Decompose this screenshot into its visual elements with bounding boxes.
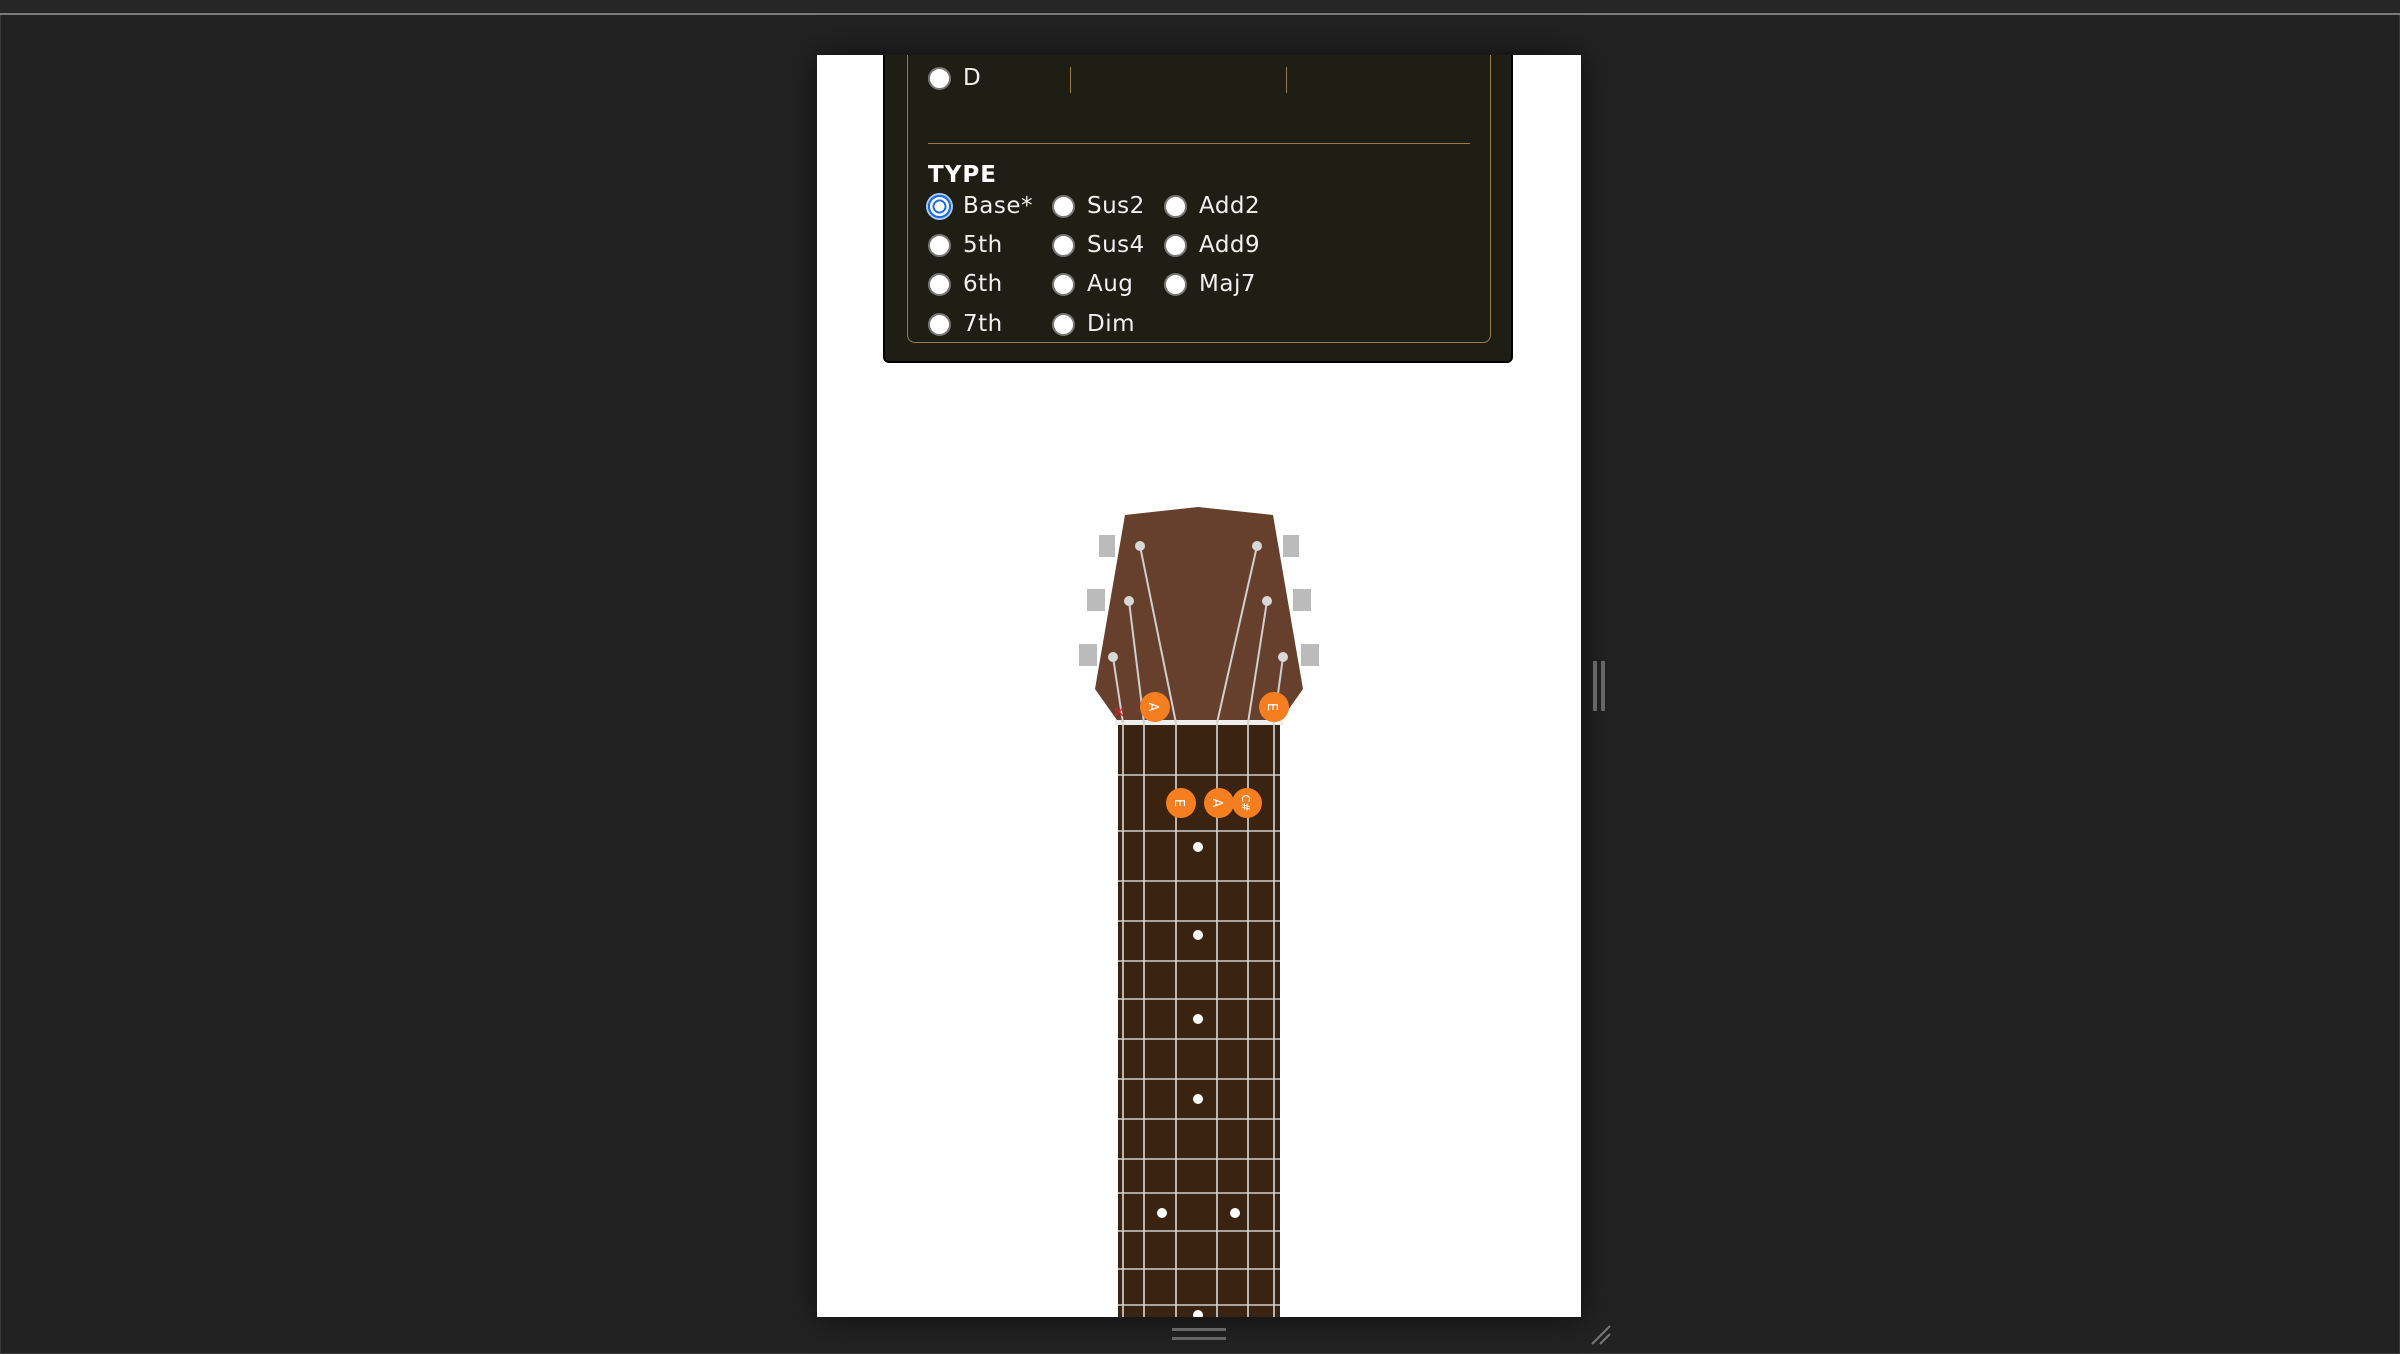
fretted-note-marker[interactable]: C# <box>1232 788 1262 818</box>
tuning-peg-icon[interactable] <box>1301 644 1319 666</box>
string-post-icon <box>1124 596 1134 606</box>
inlay-dot <box>1193 930 1203 940</box>
app-window: D TYPE Base* 5th 6th 7th Sus2 Sus4 Aug D… <box>0 0 2400 1354</box>
string-post-icon <box>1262 596 1272 606</box>
fretted-note-marker[interactable]: A <box>1204 788 1234 818</box>
inlay-dot <box>1157 1208 1167 1218</box>
side-resize-grip[interactable] <box>1593 661 1597 711</box>
note-label: A <box>1209 799 1224 808</box>
corner-resize-icon[interactable] <box>1588 1322 1612 1346</box>
inlay-dot <box>1193 1014 1203 1024</box>
muted-string-marker: × <box>1112 702 1125 721</box>
window-top-bar <box>0 0 2400 15</box>
bottom-resize-grip[interactable] <box>1172 1337 1226 1340</box>
open-note-marker[interactable]: A <box>1140 692 1170 722</box>
note-label: E <box>1264 703 1279 711</box>
note-label: A <box>1145 703 1160 712</box>
device-viewport[interactable]: D TYPE Base* 5th 6th 7th Sus2 Sus4 Aug D… <box>817 55 1581 1317</box>
tuning-peg-icon[interactable] <box>1283 535 1299 557</box>
tuning-peg-icon[interactable] <box>1099 535 1115 557</box>
headstock <box>1095 507 1303 723</box>
inlay-dot <box>1230 1208 1240 1218</box>
note-label: C# <box>1239 795 1252 812</box>
string-post-icon <box>1135 541 1145 551</box>
fretted-note-marker[interactable]: E <box>1166 788 1196 818</box>
bottom-resize-grip[interactable] <box>1172 1328 1226 1331</box>
string-post-icon <box>1108 652 1118 662</box>
inlay-dot <box>1193 842 1203 852</box>
nut <box>1115 720 1283 725</box>
inlay-dot <box>1193 1094 1203 1104</box>
note-label: E <box>1171 799 1186 807</box>
string-post-icon <box>1278 652 1288 662</box>
tuning-peg-icon[interactable] <box>1293 589 1311 611</box>
string-post-icon <box>1252 541 1262 551</box>
tuning-peg-icon[interactable] <box>1087 589 1105 611</box>
side-resize-grip[interactable] <box>1601 661 1605 711</box>
tuning-peg-icon[interactable] <box>1079 644 1097 666</box>
open-note-marker[interactable]: E <box>1259 692 1289 722</box>
guitar-diagram: × A E E A C# <box>1079 507 1319 1317</box>
